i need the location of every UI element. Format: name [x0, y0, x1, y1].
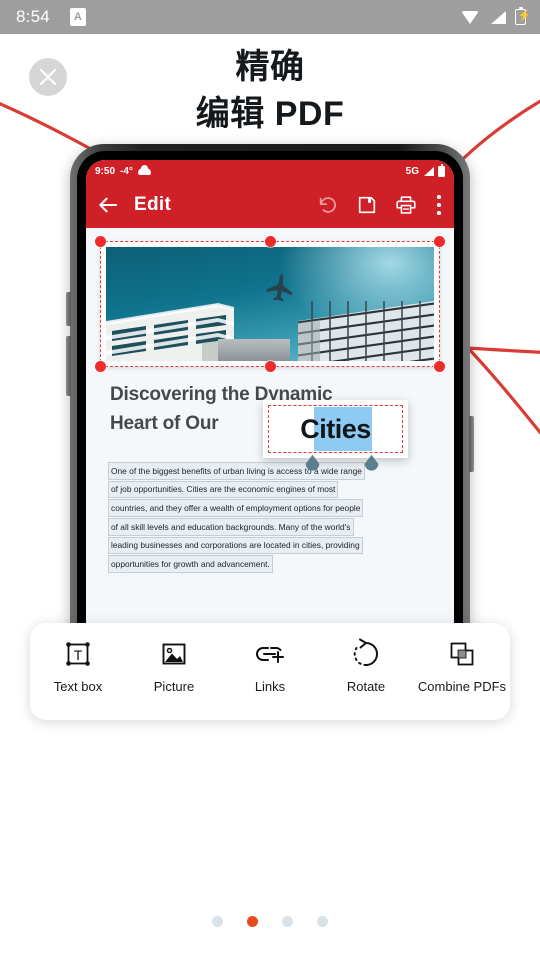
paragraph-line: countries, and they offer a wealth of em…	[108, 499, 364, 517]
resize-handle-top-left[interactable]	[95, 236, 106, 247]
text-edit-dashed-border: Cities	[268, 405, 403, 453]
overflow-menu-icon[interactable]	[437, 195, 441, 215]
resize-handle-bottom-left[interactable]	[95, 361, 106, 372]
pdf-document-canvas[interactable]: Discovering the Dynamic Heart of Our Cit…	[86, 228, 454, 660]
document-image	[106, 247, 434, 361]
tool-rotate[interactable]: Rotate	[320, 637, 412, 695]
signal-icon	[423, 166, 434, 176]
paragraph-line: leading businesses and corporations are …	[108, 536, 363, 555]
app-status-network: 5G	[405, 165, 419, 177]
page-dot-1[interactable]	[212, 916, 223, 927]
tool-text-box[interactable]: T Text box	[32, 637, 124, 695]
selection-handle-left[interactable]	[304, 454, 321, 471]
airplane-icon	[267, 274, 293, 302]
tool-label: Links	[254, 679, 286, 694]
tool-combine-pdfs[interactable]: Combine PDFs	[416, 637, 508, 695]
svg-text:T: T	[74, 647, 83, 663]
paragraph-line: of all skill levels and education backgr…	[108, 518, 354, 536]
resize-handle-top-right[interactable]	[434, 236, 445, 247]
phone-screen: 9:50 -4° 5G Edit Discovering the Dynamic…	[86, 160, 454, 660]
app-status-left: 9:50 -4°	[95, 164, 151, 177]
phone-mockup: 9:50 -4° 5G Edit Discovering the Dynamic…	[66, 144, 474, 660]
document-paragraph[interactable]: One of the biggest benefits of urban liv…	[108, 462, 432, 574]
page-title-line2: 编辑 PDF	[195, 95, 345, 133]
text-edit-magnifier[interactable]: Cities	[263, 400, 408, 458]
page-indicator	[0, 916, 540, 927]
back-arrow-icon[interactable]	[97, 195, 119, 215]
phone-power-button	[469, 416, 474, 472]
tool-label: Picture	[153, 679, 195, 694]
paragraph-line: opportunities for growth and advancement…	[108, 555, 273, 574]
combine-pdfs-icon	[446, 637, 478, 671]
phone-volume-up-button	[66, 292, 71, 326]
page-title: 精确 编辑 PDF	[0, 44, 540, 138]
resize-handle-top-center[interactable]	[265, 236, 276, 247]
tool-label: Rotate	[346, 679, 386, 694]
paragraph-line: of job opportunities. Cities are the eco…	[108, 480, 339, 499]
picture-icon	[158, 637, 190, 671]
text-box-icon: T	[62, 637, 94, 671]
editor-tool-card: T Text box Picture Links Rotate Combine …	[30, 623, 510, 720]
onboarding-screen: 8:54 A ⚡ 精确 编辑 PDF 9:50 -4° 5G Edit Disc…	[0, 0, 540, 960]
page-dot-2[interactable]	[247, 916, 258, 927]
app-status-bar: 9:50 -4° 5G	[86, 160, 454, 182]
rotate-icon	[350, 637, 382, 671]
resize-handle-bottom-center[interactable]	[265, 361, 276, 372]
selection-handle-right[interactable]	[363, 454, 380, 471]
battery-icon	[438, 163, 445, 177]
resize-handle-bottom-right[interactable]	[434, 361, 445, 372]
cloud-icon	[137, 164, 151, 175]
building-right	[298, 301, 434, 361]
editor-title: Edit	[134, 194, 172, 215]
building-left	[106, 299, 234, 361]
document-image-block[interactable]	[95, 236, 445, 372]
undo-icon[interactable]	[317, 194, 339, 216]
tool-label: Text box	[53, 679, 103, 694]
editor-app-bar: Edit	[86, 182, 454, 228]
editor-actions	[317, 194, 443, 216]
tool-links[interactable]: Links	[224, 637, 316, 695]
paragraph-line: One of the biggest benefits of urban liv…	[108, 462, 365, 480]
page-dot-3[interactable]	[282, 916, 293, 927]
building-middle	[218, 339, 290, 361]
page-title-line1: 精确	[235, 48, 305, 86]
save-icon[interactable]	[356, 194, 378, 216]
print-icon[interactable]	[395, 194, 417, 216]
links-icon	[253, 637, 287, 671]
app-status-time: 9:50	[95, 165, 116, 177]
edited-word: Cities	[300, 413, 371, 444]
phone-volume-down-button	[66, 336, 71, 396]
app-status-right: 5G	[405, 163, 445, 177]
tool-picture[interactable]: Picture	[128, 637, 220, 695]
page-dot-4[interactable]	[317, 916, 328, 927]
tool-label: Combine PDFs	[417, 679, 507, 694]
app-status-temperature: -4°	[120, 165, 133, 177]
